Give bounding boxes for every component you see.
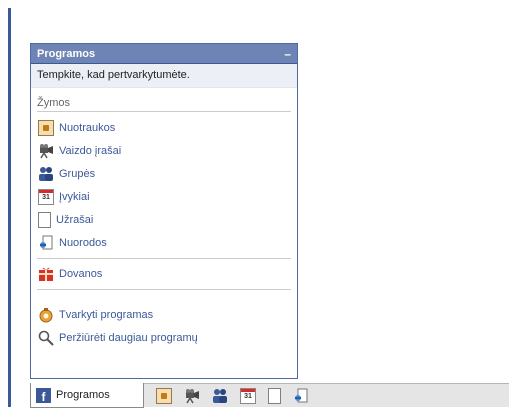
photos-icon (38, 119, 54, 136)
menu-item-events[interactable]: 31 Įvykiai (31, 185, 297, 208)
menu-item-notes[interactable]: Užrašai (31, 208, 297, 231)
menu-item-label: Peržiūrėti daugiau programų (59, 331, 198, 344)
menu-item-photos[interactable]: Nuotraukos (31, 116, 297, 139)
gift-icon (38, 266, 54, 282)
bookmarks-list: Nuotraukos Vaizdo įrašai Grupės 31 Įvyki… (31, 112, 297, 349)
video-icon (38, 143, 54, 159)
menu-item-label: Įvykiai (59, 190, 90, 203)
menu-item-label: Vaizdo įrašai (59, 144, 122, 157)
menu-item-video[interactable]: Vaizdo įrašai (31, 139, 297, 162)
collapse-button[interactable]: – (284, 48, 291, 60)
groups-icon (38, 166, 54, 182)
menu-item-label: Grupės (59, 167, 96, 180)
applications-menu-panel: Programos – Tempkite, kad pertvarkytumėt… (30, 43, 298, 379)
toolbar-shortcuts: 31 (156, 388, 321, 404)
menu-item-label: Nuotraukos (59, 121, 116, 134)
menu-item-links[interactable]: Nuorodos (31, 231, 297, 254)
calendar-day: 31 (42, 193, 50, 201)
links-icon (38, 235, 54, 251)
left-border-rule (8, 8, 11, 407)
manage-apps-icon (38, 307, 54, 323)
menu-item-gifts[interactable]: Dovanos (31, 262, 297, 285)
calendar-day: 31 (244, 393, 252, 400)
menu-item-label: Nuorodos (59, 236, 107, 249)
bookmarks-section-label: Žymos (37, 97, 70, 109)
panel-header: Programos – (31, 44, 297, 64)
search-icon (38, 330, 54, 346)
video-icon[interactable] (184, 388, 200, 404)
menu-item-label: Dovanos (59, 267, 103, 280)
events-icon[interactable]: 31 (240, 388, 256, 404)
notes-icon[interactable] (268, 388, 281, 404)
menu-item-manage-apps[interactable]: Tvarkyti programas (31, 303, 297, 326)
links-icon[interactable] (293, 388, 309, 404)
menu-item-groups[interactable]: Grupės (31, 162, 297, 185)
groups-icon[interactable] (212, 388, 228, 404)
facebook-logo-icon: f (36, 387, 51, 403)
bottom-toolbar: f Programos 31 (30, 383, 509, 408)
applications-tab[interactable]: f Programos (30, 383, 144, 408)
menu-item-browse-apps[interactable]: Peržiūrėti daugiau programų (31, 326, 297, 349)
menu-divider (37, 258, 291, 259)
applications-tab-label: Programos (56, 389, 110, 401)
events-icon: 31 (38, 188, 54, 205)
menu-item-label: Tvarkyti programas (59, 308, 154, 321)
menu-item-label: Užrašai (56, 213, 94, 226)
menu-divider (37, 289, 291, 290)
photos-icon[interactable] (156, 388, 172, 404)
notes-icon (38, 211, 51, 228)
drag-hint: Tempkite, kad pertvarkytumėte. (31, 64, 297, 88)
panel-title: Programos (37, 47, 96, 60)
